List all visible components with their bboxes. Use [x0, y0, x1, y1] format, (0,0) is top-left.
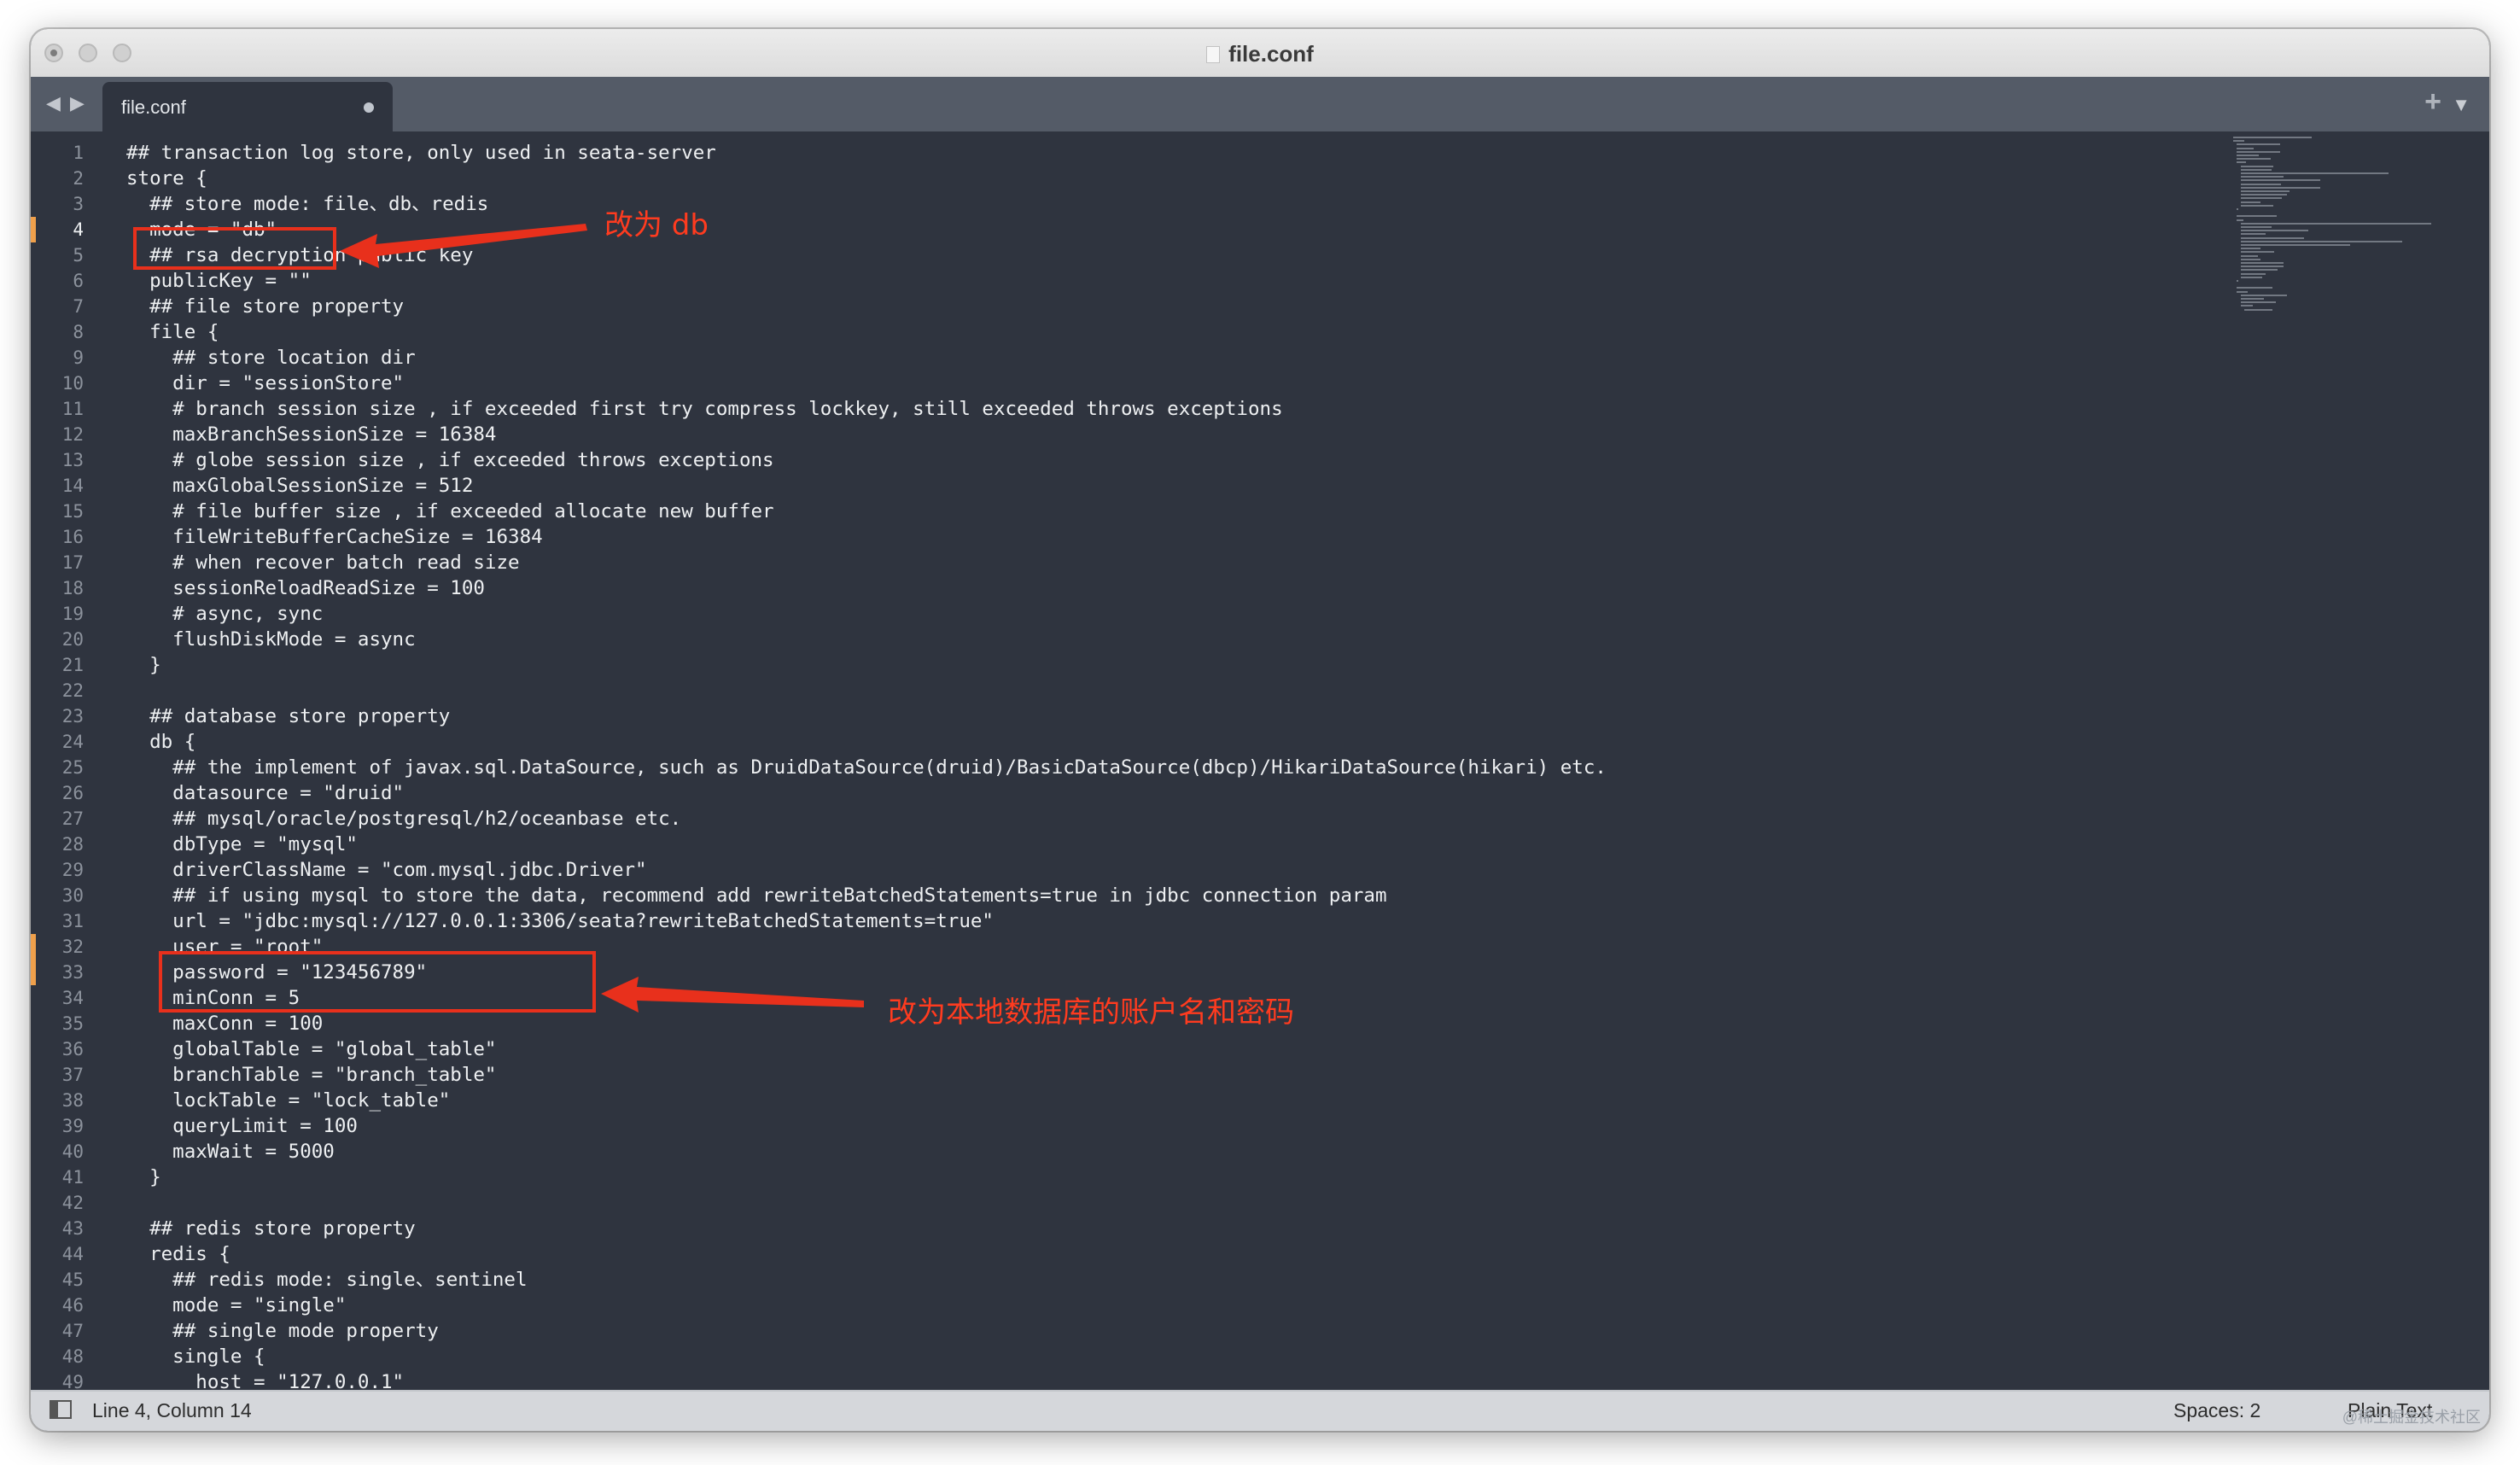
mode-annotation: 改为 db [604, 208, 709, 242]
tab-bar: ◀ ▶ file.conf + ▼ [31, 77, 2489, 131]
tab-menu-icon[interactable]: ▼ [2452, 94, 2470, 116]
status-bar: Line 4, Column 14 Spaces: 2 Plain Text @… [31, 1390, 2489, 1431]
cursor-position[interactable]: Line 4, Column 14 [92, 1399, 252, 1422]
credentials-annotation: 改为本地数据库的账户名和密码 [888, 995, 1294, 1030]
title-bar: file.conf [31, 29, 2489, 79]
document-icon [1206, 46, 1221, 63]
tab-file-conf[interactable]: file.conf [102, 82, 393, 131]
indentation-setting[interactable]: Spaces: 2 [2173, 1399, 2260, 1422]
window-title-text: file.conf [1228, 41, 1314, 67]
watermark: @稀土掘金技术社区 [2342, 1409, 2481, 1426]
tab-forward-icon[interactable]: ▶ [70, 92, 85, 114]
editor-window: file.conf ◀ ▶ file.conf + ▼ 1 2 3 4 5 6 7 8 9 10 1… [31, 29, 2489, 1431]
unsaved-dot-icon[interactable] [364, 102, 374, 113]
annotation-arrows [340, 224, 864, 1013]
credentials-arrow [601, 977, 864, 1013]
new-tab-icon[interactable]: + [2424, 85, 2441, 119]
mode-arrow [340, 224, 587, 268]
code-editor[interactable]: 1 2 3 4 5 6 7 8 9 10 11 12 13 14 15 16 17 18 19 20 21 22 23 24 2… [31, 131, 2489, 1393]
tab-back-icon[interactable]: ◀ [46, 92, 61, 114]
window-title: file.conf [31, 41, 2489, 67]
side-panel-icon[interactable] [50, 1400, 72, 1419]
tab-label: file.conf [121, 96, 186, 118]
